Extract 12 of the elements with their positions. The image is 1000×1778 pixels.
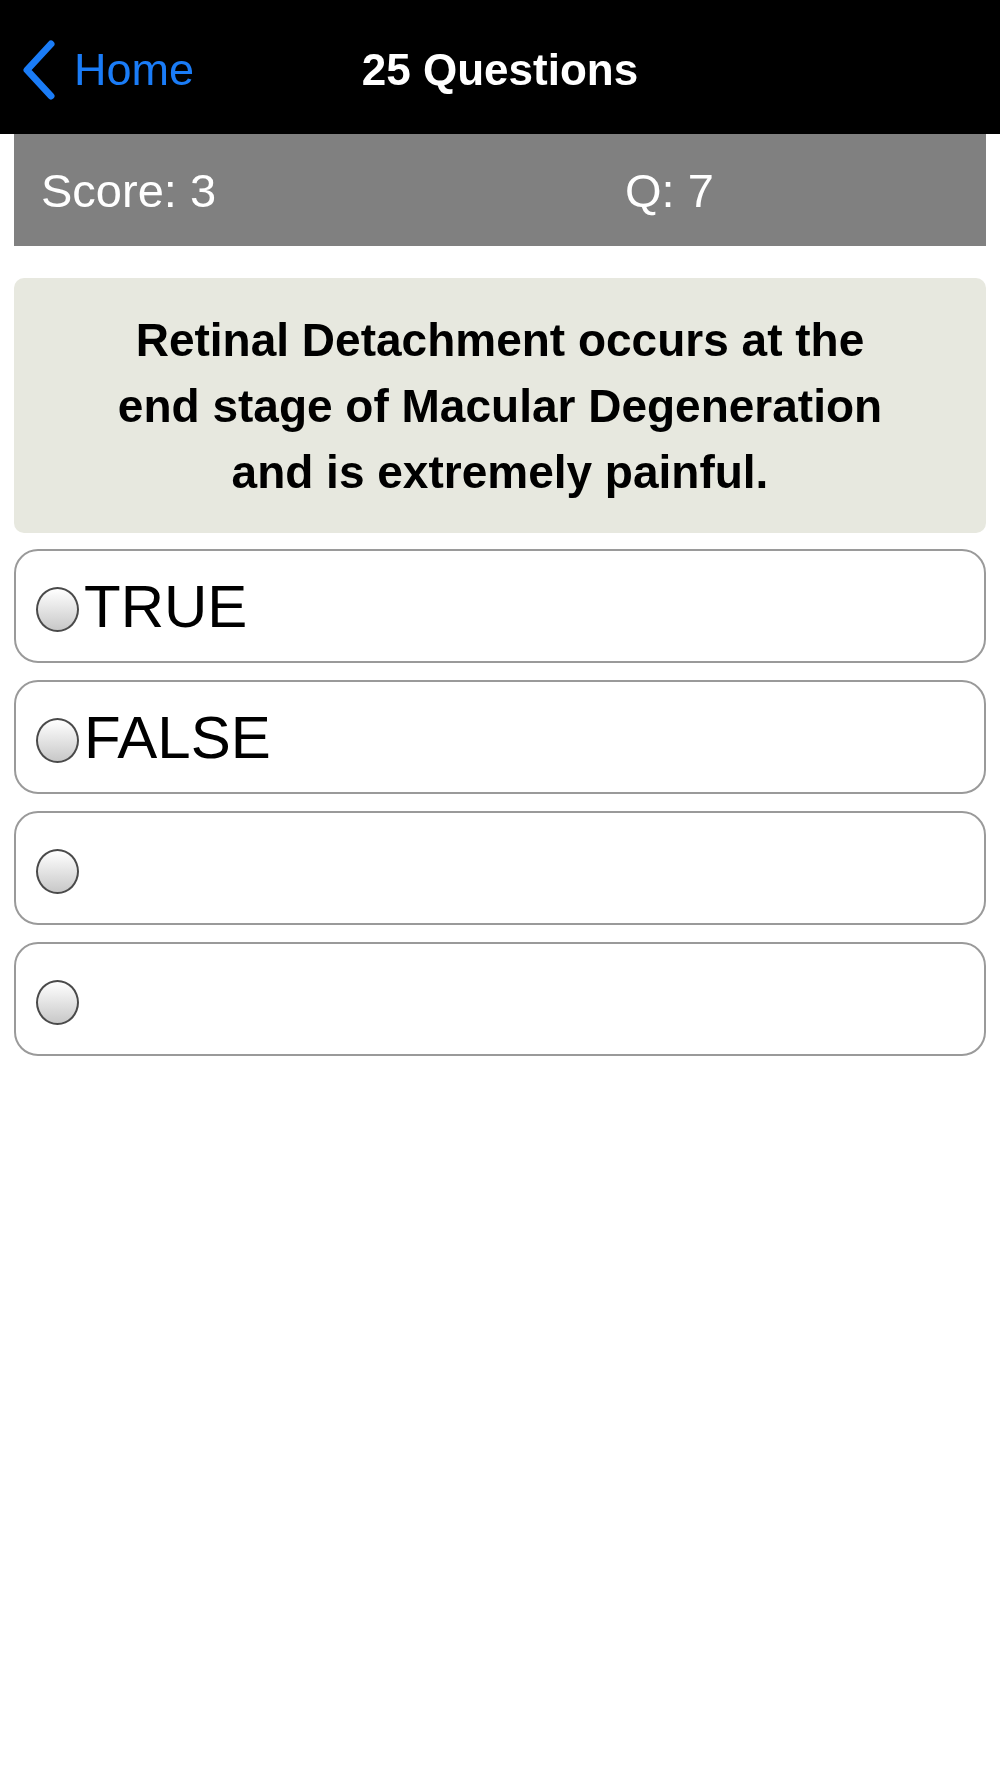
radio-button[interactable]: [36, 979, 79, 1025]
back-button[interactable]: Home: [0, 40, 195, 100]
question-number-label: Q: 7: [625, 162, 714, 218]
chevron-left-icon: [22, 40, 56, 100]
radio-button[interactable]: [36, 848, 79, 894]
nav-title: 25 Questions: [361, 45, 639, 95]
score-label: Score: 3: [41, 162, 218, 218]
question-text: Retinal Detachment occurs at the end stage of Macular Degeneration and is extremely painful.: [116, 312, 884, 500]
answer-option[interactable]: TRUE: [14, 549, 986, 663]
radio-button[interactable]: [36, 586, 79, 632]
radio-button[interactable]: [36, 717, 79, 763]
answer-option[interactable]: FALSE: [14, 680, 986, 794]
